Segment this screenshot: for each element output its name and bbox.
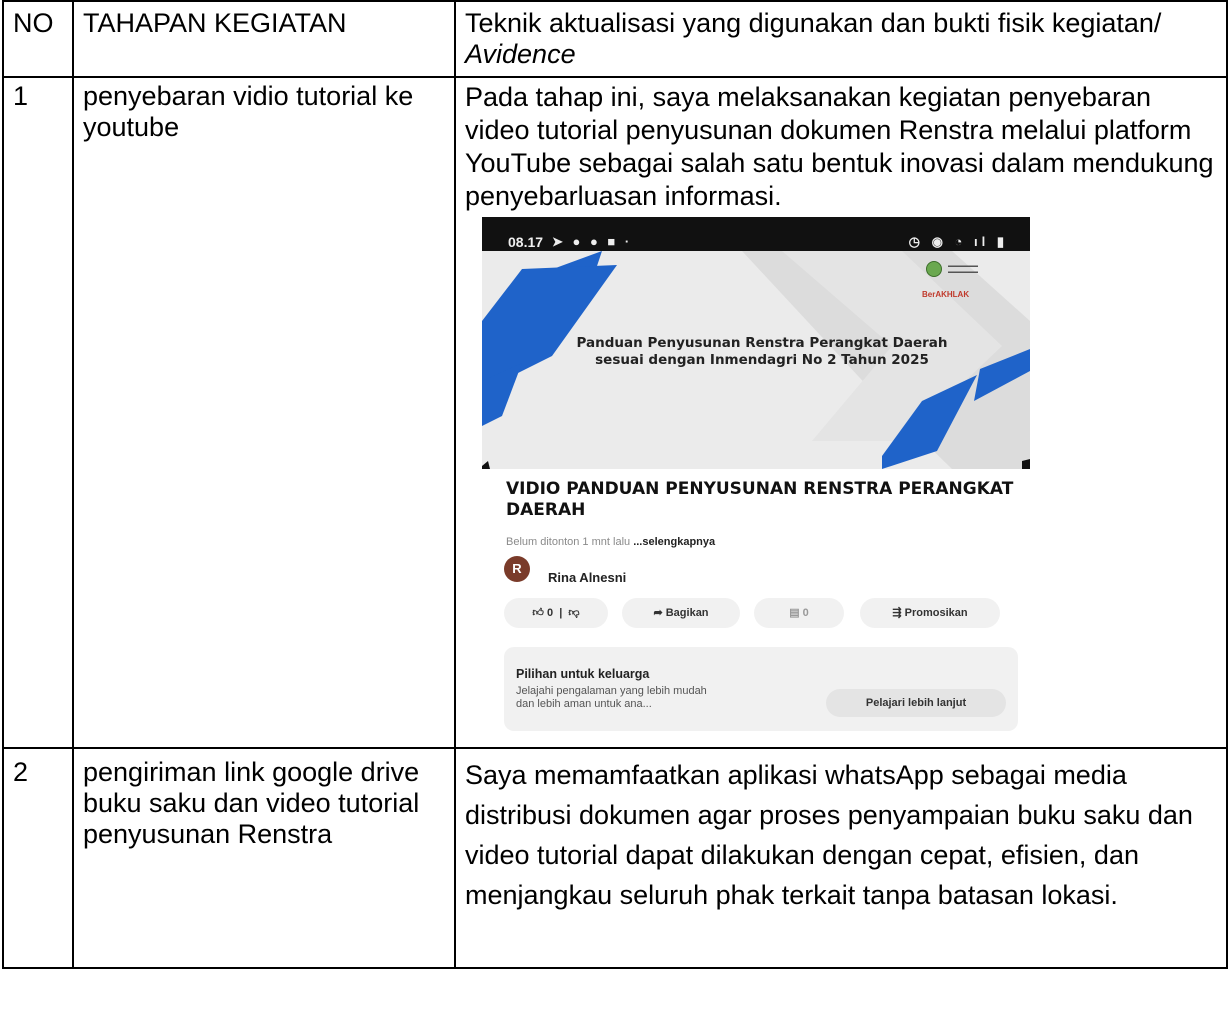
like-dislike-button[interactable]: 👍︎ 0 | 👎︎ — [504, 598, 608, 628]
logo-small-text: ▬▬▬▬▬▬ ▬▬▬▬▬▬ — [948, 263, 978, 275]
header-technique: Teknik aktualisasi yang digunakan dan bu… — [454, 0, 1228, 78]
row-evidence-cell: Pada tahap ini, saya melaksanakan kegiat… — [454, 76, 1228, 749]
avatar[interactable]: R — [504, 556, 530, 582]
video-title[interactable]: VIDIO PANDUAN PENYUSUNAN RENSTRA PERANGK… — [506, 479, 1016, 521]
header-stage: TAHAPAN KEGIATAN — [72, 0, 456, 78]
activity-table: NO TAHAPAN KEGIATAN Teknik aktualisasi y… — [2, 0, 1228, 969]
share-label: Bagikan — [665, 607, 709, 619]
comment-icon: ▤ — [789, 607, 800, 619]
thumbs-up-icon: 👍︎ — [532, 607, 544, 619]
phone-status-bar: 08.17 ➤ ● ● ■ · ◷ ◉ ◔ ıl ▮ — [482, 217, 1030, 251]
show-more-link[interactable]: ...selengkapnya — [633, 536, 715, 548]
family-options-card: Pilihan untuk keluarga Jelajahi pengalam… — [504, 647, 1018, 731]
promote-icon: ⇶ — [892, 607, 902, 619]
table-row: 2 pengiriman link google drive buku saku… — [2, 747, 1228, 969]
youtube-screenshot: 08.17 ➤ ● ● ■ · ◷ ◉ ◔ ıl ▮ ▬▬▬▬▬▬ ▬▬▬▬▬▬… — [482, 217, 1030, 747]
promote-label: Promosikan — [904, 607, 968, 619]
table-header-row: NO TAHAPAN KEGIATAN Teknik aktualisasi y… — [2, 0, 1228, 78]
row-description: Saya memamfaatkan aplikasi whatsApp seba… — [454, 747, 1228, 969]
header-technique-text: Teknik aktualisasi yang digunakan dan bu… — [465, 8, 1162, 38]
promote-button[interactable]: ⇶ Promosikan — [860, 598, 1000, 628]
share-icon: ➦ — [653, 607, 663, 619]
video-thumbnail[interactable]: ▬▬▬▬▬▬ ▬▬▬▬▬▬ BerAKHLAK Panduan Penyusuna… — [482, 251, 1030, 469]
thumbs-down-icon: 👎︎ — [568, 607, 580, 619]
seal-icon — [926, 261, 942, 277]
row-stage: pengiriman link google drive buku saku d… — [72, 747, 456, 969]
row-description-text: Saya memamfaatkan aplikasi whatsApp seba… — [465, 760, 1193, 910]
family-card-text: Jelajahi pengalaman yang lebih mudah dan… — [516, 685, 707, 710]
comment-count: 0 — [802, 607, 809, 619]
comments-button[interactable]: ▤ 0 — [754, 598, 844, 628]
thumbnail-title: Panduan Penyusunan Renstra Perangkat Dae… — [576, 335, 948, 368]
row-number: 2 — [2, 747, 74, 969]
row-description: Pada tahap ini, saya melaksanakan kegiat… — [465, 82, 1214, 211]
video-views: Belum ditonton 1 mnt lalu — [506, 536, 634, 548]
table-row: 1 penyebaran vidio tutorial ke youtube P… — [2, 76, 1228, 749]
logo-text: BerAKHLAK — [922, 290, 970, 299]
video-meta: Belum ditonton 1 mnt lalu ...selengkapny… — [506, 527, 715, 558]
header-no: NO — [2, 0, 74, 78]
berakhlak-logo: ▬▬▬▬▬▬ ▬▬▬▬▬▬ BerAKHLAK — [912, 257, 1022, 299]
header-technique-italic: Avidence — [465, 39, 576, 69]
channel-name[interactable]: Rina Alnesni — [548, 562, 626, 593]
learn-more-button[interactable]: Pelajari lebih lanjut — [826, 689, 1006, 717]
like-count: 0 — [546, 607, 554, 619]
share-button[interactable]: ➦ Bagikan — [622, 598, 740, 628]
row-stage: penyebaran vidio tutorial ke youtube — [72, 76, 456, 749]
row-number: 1 — [2, 76, 74, 749]
